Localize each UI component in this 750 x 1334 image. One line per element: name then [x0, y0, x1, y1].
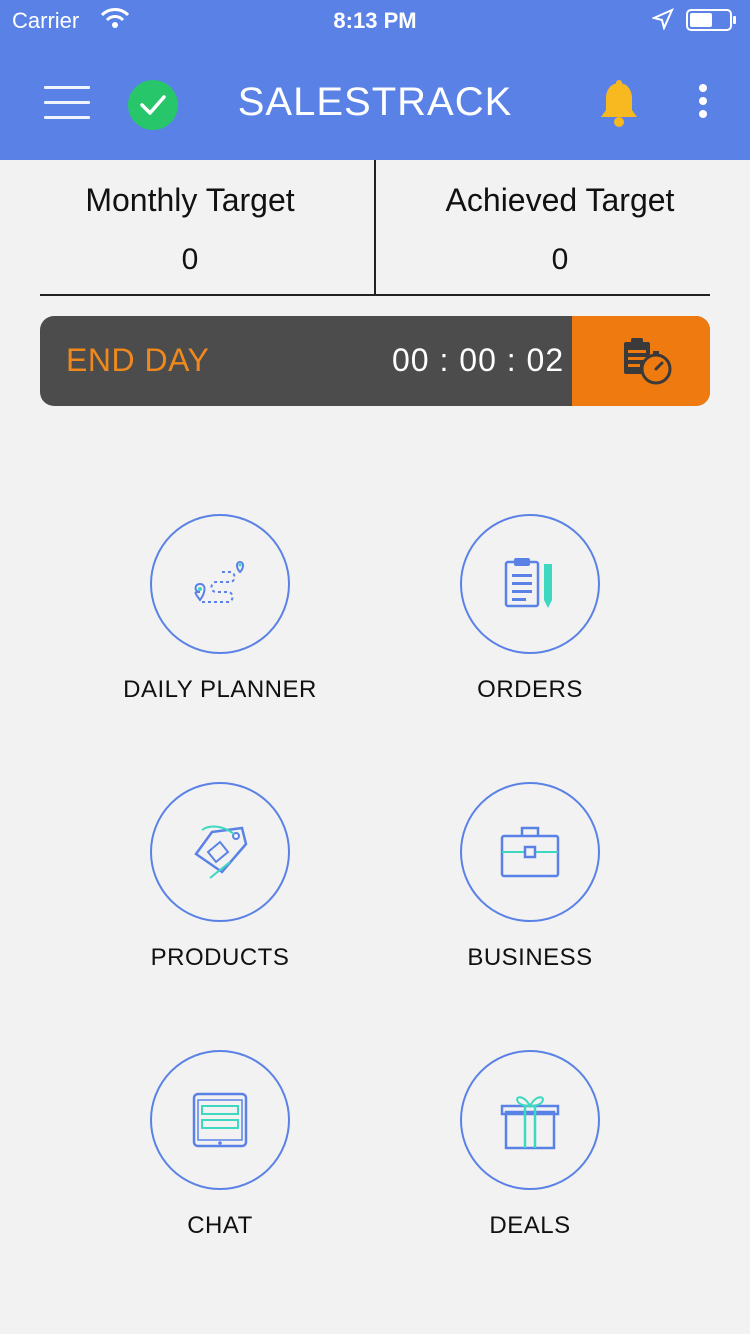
gift-icon	[500, 1096, 560, 1150]
business-circle[interactable]	[460, 782, 600, 922]
chat-tablet-icon	[192, 1092, 248, 1148]
daily-planner-label[interactable]: DAILY PLANNER	[90, 676, 350, 704]
daily-planner-circle[interactable]	[150, 514, 290, 654]
deals-label[interactable]: DEALS	[400, 1212, 660, 1240]
achieved-target-label: Achieved Target	[445, 182, 675, 218]
orders-circle[interactable]	[460, 514, 600, 654]
briefcase-icon	[500, 826, 560, 878]
clipboard-pencil-icon	[504, 558, 552, 608]
status-bar: Carrier 8:13 PM	[0, 0, 750, 40]
notification-bell-icon[interactable]	[598, 80, 640, 128]
products-circle[interactable]	[150, 782, 290, 922]
clipboard-timer-button[interactable]	[572, 316, 710, 406]
achieved-target: Achieved Target 0	[410, 160, 710, 277]
day-timer: 00 : 00 : 02	[392, 342, 565, 378]
clipboard-timer-icon	[624, 338, 672, 385]
status-time: 8:13 PM	[333, 8, 417, 33]
battery-icon	[686, 8, 738, 38]
end-day-bar[interactable]: END DAY 00 : 00 : 02	[40, 316, 710, 406]
tile-products[interactable]: PRODUCTS	[90, 782, 350, 972]
chat-circle[interactable]	[150, 1050, 290, 1190]
tile-chat[interactable]: CHAT	[90, 1050, 350, 1240]
tile-orders[interactable]: ORDERS	[400, 514, 660, 704]
more-options-icon[interactable]	[694, 84, 712, 124]
tile-daily-planner[interactable]: DAILY PLANNER	[90, 514, 350, 704]
deals-circle[interactable]	[460, 1050, 600, 1190]
end-day-label[interactable]: END DAY	[66, 342, 209, 379]
monthly-target-label: Monthly Target	[85, 182, 295, 218]
orders-label[interactable]: ORDERS	[400, 676, 660, 704]
app-bar: SALESTRACK	[0, 50, 750, 160]
targets-panel: Monthly Target 0 Achieved Target 0	[40, 160, 710, 296]
location-arrow-icon	[650, 8, 674, 36]
tile-business[interactable]: BUSINESS	[400, 782, 660, 972]
business-label[interactable]: BUSINESS	[400, 944, 660, 972]
chat-label[interactable]: CHAT	[90, 1212, 350, 1240]
monthly-target-value: 0	[181, 243, 199, 276]
route-map-icon	[194, 560, 244, 603]
targets-divider	[374, 160, 376, 294]
products-label[interactable]: PRODUCTS	[90, 944, 350, 972]
monthly-target: Monthly Target 0	[40, 160, 340, 277]
tile-deals[interactable]: DEALS	[400, 1050, 660, 1240]
app-header: Carrier 8:13 PM SALESTRACK	[0, 0, 750, 160]
price-tag-icon	[194, 825, 248, 879]
achieved-target-value: 0	[551, 243, 569, 276]
